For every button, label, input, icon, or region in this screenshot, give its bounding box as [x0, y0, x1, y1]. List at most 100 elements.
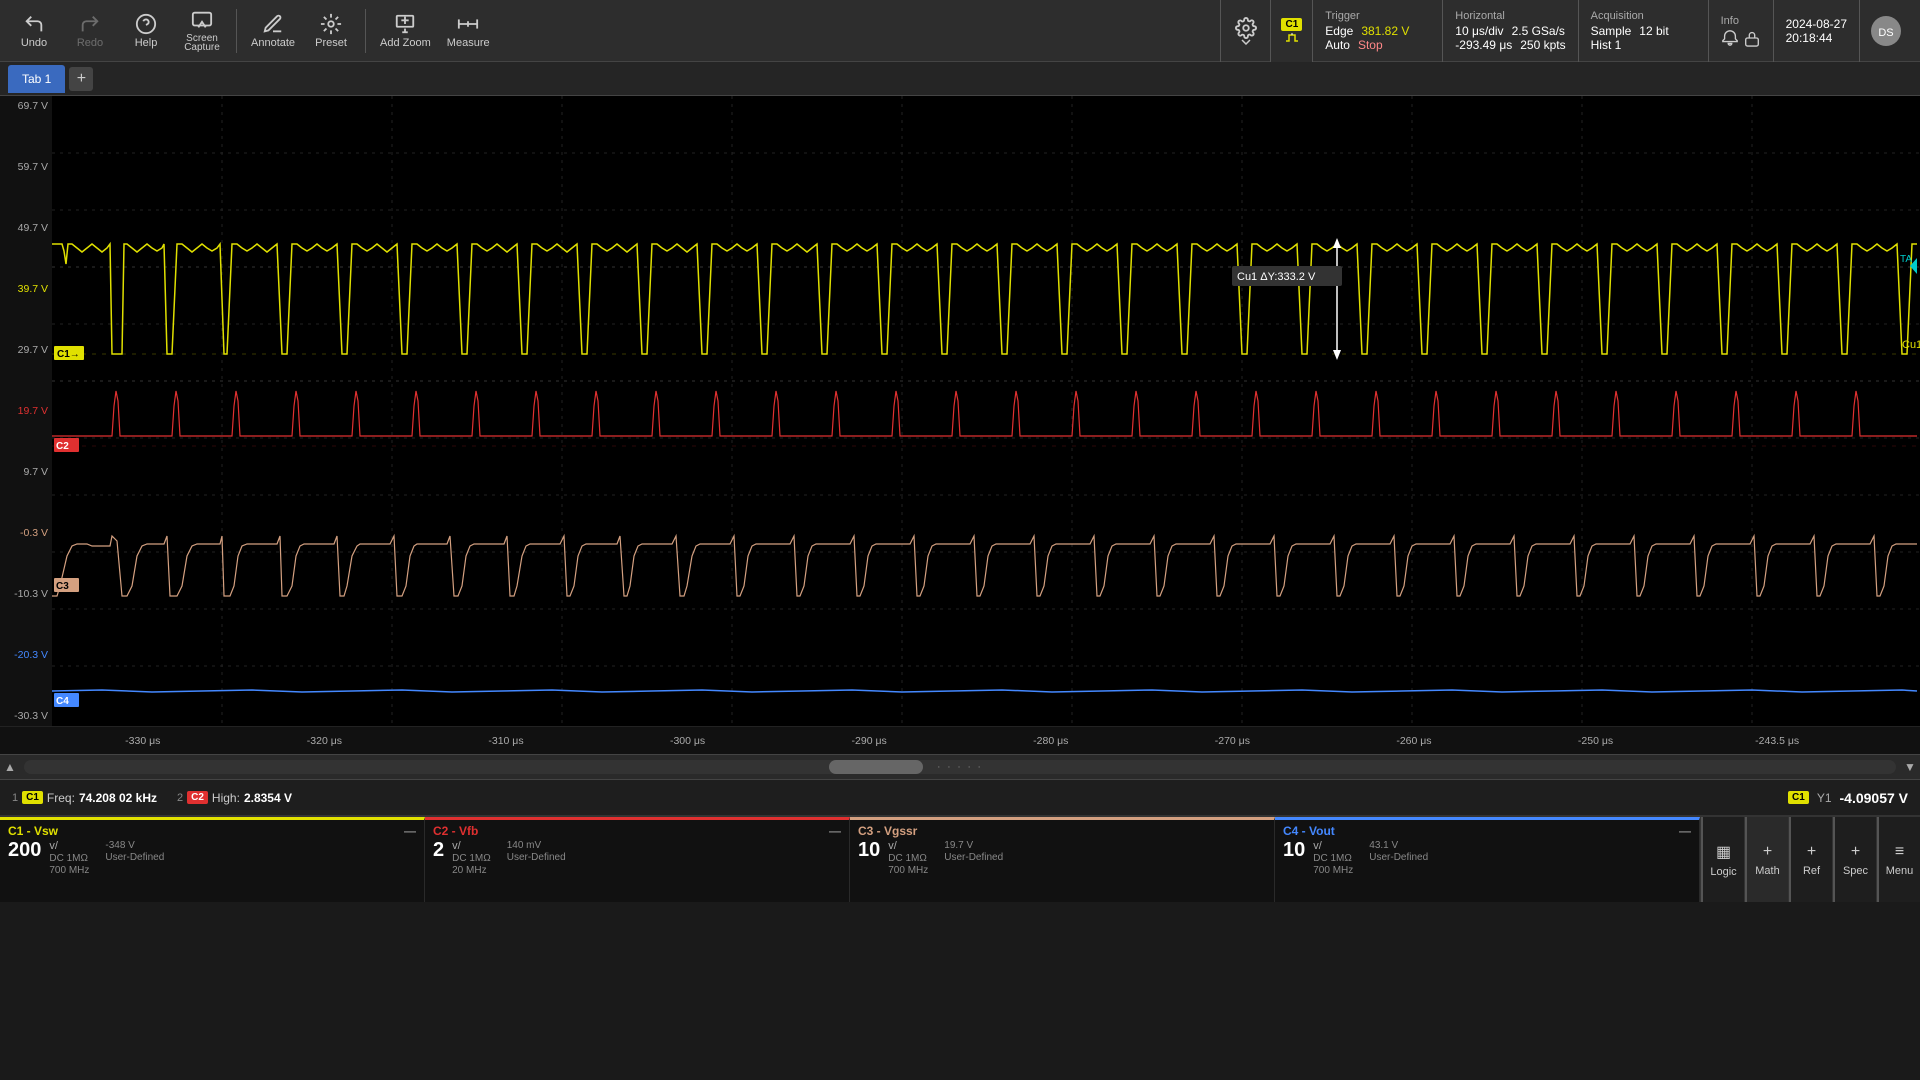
- x-label-2: -310 μs: [415, 735, 597, 747]
- y-label-3: 39.7 V: [4, 283, 48, 295]
- math-label: Math: [1755, 865, 1779, 877]
- svg-text:Cu1.: Cu1.: [1902, 339, 1920, 351]
- x-label-7: -260 μs: [1323, 735, 1505, 747]
- ch2-card[interactable]: C2 - Vfb — 2 v/ DC 1MΩ 20 MHz 140 mV Use…: [425, 817, 850, 902]
- y-label-5: 19.7 V: [4, 405, 48, 417]
- trigger-ch-badge: C1: [1281, 18, 1302, 31]
- header-right: C1 Trigger Edge 381.82 V Auto Stop Horiz…: [1220, 0, 1912, 62]
- x-label-9: -243.5 μs: [1686, 735, 1868, 747]
- undo-button[interactable]: Undo: [8, 4, 60, 58]
- y1-value: -4.09057 V: [1840, 790, 1909, 806]
- scrollbar-area[interactable]: ▲ · · · · · ▼: [0, 754, 1920, 780]
- y1-readout: C1 Y1 -4.09057 V: [1788, 790, 1908, 806]
- svg-text:Cu1 ΔY:333.2 V: Cu1 ΔY:333.2 V: [1237, 271, 1316, 283]
- add-zoom-button[interactable]: Add Zoom: [374, 4, 437, 58]
- x-label-1: -320 μs: [234, 735, 416, 747]
- x-label-3: -300 μs: [597, 735, 779, 747]
- menu-label: Menu: [1886, 865, 1914, 877]
- y-label-0: 69.7 V: [4, 100, 48, 112]
- svg-text:TA: TA: [1900, 254, 1912, 265]
- scroll-right-button[interactable]: ▼: [1900, 760, 1920, 774]
- meas-2-num: 2: [177, 792, 183, 804]
- screen-capture-button[interactable]: Screen Capture: [176, 4, 228, 58]
- acquisition-panel: Acquisition Sample 12 bit Hist 1: [1578, 0, 1708, 62]
- y-label-8: -10.3 V: [4, 588, 48, 600]
- svg-text:C2: C2: [56, 441, 69, 452]
- scroll-track[interactable]: · · · · ·: [24, 760, 1896, 774]
- meas-1-label: Freq:: [47, 791, 75, 805]
- svg-text:C3: C3: [56, 581, 69, 592]
- measurement-1: 1 C1 Freq: 74.208 02 kHz: [12, 791, 157, 805]
- measure-button[interactable]: Measure: [441, 4, 496, 58]
- datetime-display: 2024-08-27 20:18:44: [1773, 0, 1859, 62]
- ch1-card[interactable]: C1 - Vsw — 200 v/ DC 1MΩ 700 MHz -348 V …: [0, 817, 425, 902]
- ch3-name: C3 - Vgssr: [858, 824, 917, 838]
- logic-label: Logic: [1710, 866, 1736, 878]
- meas-1-ch-badge: C1: [22, 791, 43, 804]
- toolbar-separator-2: [365, 9, 366, 53]
- svg-text:C1→: C1→: [57, 349, 80, 360]
- scroll-thumb[interactable]: [829, 760, 923, 774]
- menu-icon: ≡: [1895, 843, 1904, 861]
- svg-text:DS: DS: [1878, 27, 1893, 39]
- tabbar: Tab 1 +: [0, 62, 1920, 96]
- x-axis: -330 μs -320 μs -310 μs -300 μs -290 μs …: [0, 726, 1920, 754]
- ch4-card[interactable]: C4 - Vout — 10 v/ DC 1MΩ 700 MHz 43.1 V …: [1275, 817, 1700, 902]
- ch3-card[interactable]: C3 - Vgssr 10 v/ DC 1MΩ 700 MHz 19.7 V U…: [850, 817, 1275, 902]
- spec-button[interactable]: + Spec: [1833, 817, 1877, 902]
- ch1-name: C1 - Vsw: [8, 824, 58, 838]
- add-tab-button[interactable]: +: [69, 67, 93, 91]
- ref-label: Ref: [1803, 865, 1820, 877]
- y-label-1: 59.7 V: [4, 161, 48, 173]
- spec-icon: +: [1851, 843, 1860, 861]
- meas-1-num: 1: [12, 792, 18, 804]
- meas-1-value: 74.208 02 kHz: [79, 791, 157, 805]
- y-label-9: -20.3 V: [4, 649, 48, 661]
- logic-button[interactable]: ▦ Logic: [1701, 817, 1745, 902]
- trigger-panel: Trigger Edge 381.82 V Auto Stop: [1312, 0, 1442, 62]
- x-label-6: -270 μs: [1142, 735, 1324, 747]
- measurements-bar: 1 C1 Freq: 74.208 02 kHz 2 C2 High: 2.83…: [0, 780, 1920, 816]
- tab-1[interactable]: Tab 1: [8, 65, 65, 93]
- ch3-scale-val: 10: [858, 840, 880, 876]
- x-label-8: -250 μs: [1505, 735, 1687, 747]
- toolbar: Undo Redo Help Screen Capture Annotate: [0, 0, 1920, 62]
- math-button[interactable]: + Math: [1745, 817, 1789, 902]
- y-label-7: -0.3 V: [4, 527, 48, 539]
- ch4-expand[interactable]: —: [1679, 824, 1691, 838]
- info-panel: Info: [1708, 0, 1773, 62]
- waveform-svg: Cu1 ΔY:333.2 V Cu1. TA C1→ C2 C3 C4: [52, 96, 1920, 726]
- waveform-area[interactable]: Cu1 ΔY:333.2 V Cu1. TA C1→ C2 C3 C4: [52, 96, 1920, 726]
- help-button[interactable]: Help: [120, 4, 172, 58]
- ch1-scale-val: 200: [8, 840, 41, 876]
- ch4-scale-val: 10: [1283, 840, 1305, 876]
- annotate-button[interactable]: Annotate: [245, 4, 301, 58]
- ref-button[interactable]: + Ref: [1789, 817, 1833, 902]
- ref-icon: +: [1807, 843, 1816, 861]
- x-label-4: -290 μs: [778, 735, 960, 747]
- y1-ch-badge: C1: [1788, 791, 1809, 804]
- user-badge: DS: [1859, 0, 1912, 62]
- scroll-left-button[interactable]: ▲: [0, 760, 20, 774]
- ch1-expand[interactable]: —: [404, 824, 416, 838]
- y-label-10: -30.3 V: [4, 710, 48, 722]
- spec-label: Spec: [1843, 865, 1868, 877]
- x-label-0: -330 μs: [52, 735, 234, 747]
- settings-button[interactable]: [1220, 0, 1270, 62]
- preset-button[interactable]: Preset: [305, 4, 357, 58]
- meas-2-value: 2.8354 V: [244, 791, 292, 805]
- ch2-scale-val: 2: [433, 840, 444, 876]
- measurement-2: 2 C2 High: 2.8354 V: [177, 791, 292, 805]
- meas-2-ch-badge: C2: [187, 791, 208, 804]
- y-label-4: 29.7 V: [4, 344, 48, 356]
- oscilloscope-area: 69.7 V 59.7 V 49.7 V 39.7 V 29.7 V 19.7 …: [0, 96, 1920, 726]
- y1-label: Y1: [1817, 791, 1832, 805]
- x-label-5: -280 μs: [960, 735, 1142, 747]
- y-label-2: 49.7 V: [4, 222, 48, 234]
- y-label-6: 9.7 V: [4, 466, 48, 478]
- menu-button[interactable]: ≡ Menu: [1877, 817, 1920, 902]
- scroll-dots: · · · · ·: [937, 762, 983, 773]
- ch2-expand[interactable]: —: [829, 824, 841, 838]
- redo-button[interactable]: Redo: [64, 4, 116, 58]
- meas-2-label: High:: [212, 791, 240, 805]
